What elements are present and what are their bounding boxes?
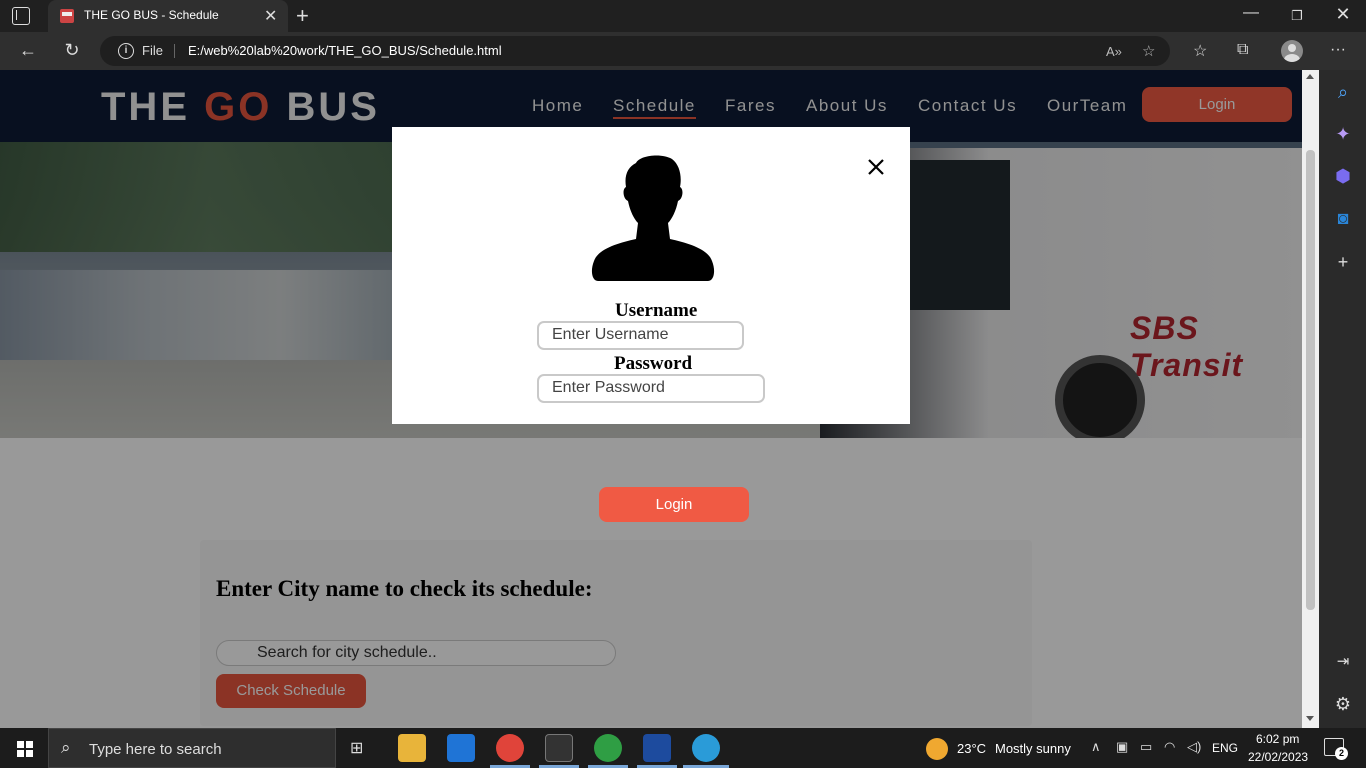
username-label: Username [615,300,698,321]
browser-tab[interactable]: THE GO BUS - Schedule ✕ [48,0,288,32]
task-view-icon[interactable]: ⊞ [350,738,363,758]
sidebar-add-icon[interactable]: + [1333,252,1353,273]
refresh-icon[interactable]: ↻ [60,40,84,61]
windows-taskbar: ⌕ Type here to search ⊞ 23°C Mostly sunn… [0,728,1366,768]
app-tool-icon[interactable] [545,734,573,762]
tray-date[interactable]: 22/02/2023 [1248,750,1308,764]
sidebar-settings-icon[interactable]: ⚙ [1333,694,1353,715]
tab-actions-icon[interactable] [12,7,30,25]
sidebar-office-icon[interactable]: ⬢ [1333,166,1353,187]
taskbar-search-icon: ⌕ [61,738,71,757]
browser-toolbar: ← ↻ i File E:/web%20lab%20work/THE_GO_BU… [0,32,1366,70]
tray-wifi-icon[interactable]: ◠ [1164,739,1175,755]
weather-desc[interactable]: Mostly sunny [995,741,1071,756]
browser-tabstrip: THE GO BUS - Schedule ✕ + — ❐ ✕ [0,0,1366,32]
favorites-icon[interactable]: ☆ [1193,41,1207,61]
tray-battery-icon[interactable]: ▭ [1140,739,1152,755]
tab-title: THE GO BUS - Schedule [84,8,219,22]
browser-sidebar: ⌕ ✦ ⬢ ◙ + ⇥ ⚙ [1319,70,1366,728]
taskbar-search-placeholder: Type here to search [89,741,222,758]
address-url[interactable]: E:/web%20lab%20work/THE_GO_BUS/Schedule.… [188,43,502,58]
word-icon[interactable] [643,734,671,762]
username-field[interactable]: Enter Username [537,321,744,350]
file-explorer-icon[interactable] [398,734,426,762]
tray-meet-icon[interactable]: ▣ [1116,739,1128,755]
bus-favicon-icon [60,9,74,23]
settings-more-icon[interactable]: ··· [1330,41,1346,59]
sidebar-copilot-icon[interactable]: ✦ [1333,124,1353,145]
collections-icon[interactable]: ⧉ [1237,41,1248,59]
tray-language[interactable]: ENG [1212,741,1238,755]
close-modal-icon[interactable] [866,157,886,177]
tray-volume-icon[interactable]: ◁) [1187,739,1201,755]
minimize-icon[interactable]: — [1228,4,1274,22]
read-aloud-icon[interactable]: A» [1106,44,1122,59]
modal-login-button[interactable]: Login [599,487,749,522]
weather-sunny-icon[interactable] [926,738,948,760]
scroll-down-icon[interactable] [1306,716,1314,721]
address-scheme: File [142,43,163,58]
tray-chevron-up-icon[interactable]: ∧ [1091,739,1101,755]
address-bar[interactable]: i File E:/web%20lab%20work/THE_GO_BUS/Sc… [100,36,1170,66]
taskbar-search-box[interactable]: ⌕ Type here to search [48,728,336,768]
info-icon[interactable]: i [118,43,134,59]
password-field[interactable]: Enter Password [537,374,765,403]
new-tab-icon[interactable]: + [296,3,309,29]
tab-close-icon[interactable]: ✕ [264,6,277,26]
notification-count-badge: 2 [1335,747,1348,760]
scroll-thumb[interactable] [1306,150,1315,610]
tray-time[interactable]: 6:02 pm [1256,732,1299,746]
sidebar-outlook-icon[interactable]: ◙ [1333,208,1353,229]
login-modal: Username Enter Username Password Enter P… [392,127,910,424]
windows-start-icon[interactable] [17,741,33,757]
sidebar-hide-icon[interactable]: ⇥ [1333,652,1353,670]
chrome-profile-1-icon[interactable] [496,734,524,762]
chrome-profile-2-icon[interactable] [594,734,622,762]
address-separator [174,44,175,58]
edge-icon[interactable] [692,734,720,762]
weather-temp[interactable]: 23°C [957,741,986,756]
page-scrollbar[interactable] [1302,70,1319,728]
back-icon[interactable]: ← [16,40,40,61]
restore-icon[interactable]: ❐ [1274,8,1320,24]
window-close-icon[interactable]: ✕ [1320,4,1366,25]
mail-icon[interactable] [447,734,475,762]
password-label: Password [614,353,693,374]
user-avatar-icon [588,153,718,283]
add-favorite-icon[interactable]: ☆ [1142,42,1155,60]
sidebar-search-icon[interactable]: ⌕ [1333,82,1353,103]
profile-avatar-icon[interactable] [1281,40,1303,62]
scroll-up-icon[interactable] [1306,74,1314,79]
